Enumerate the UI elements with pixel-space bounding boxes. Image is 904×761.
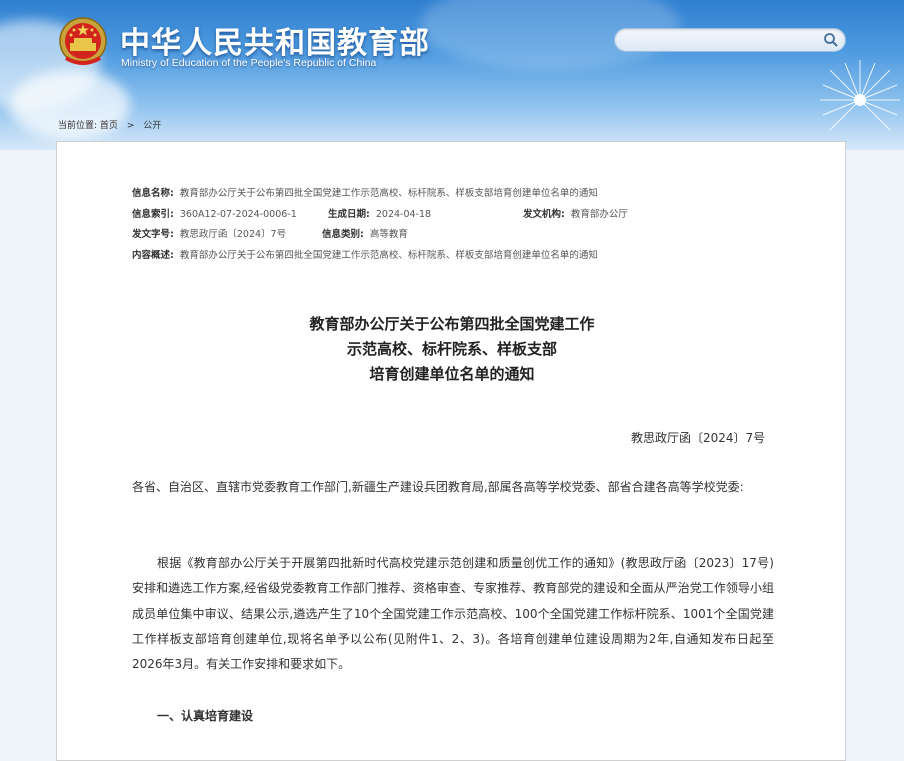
meta-category-label: 信息类别: <box>322 229 364 240</box>
meta-issuer-value: 教育部办公厅 <box>570 208 628 220</box>
meta-docno-label: 发文字号: <box>132 229 174 240</box>
meta-docno-value: 教思政厅函〔2024〕7号 <box>179 229 287 240</box>
meta-row-summary: 内容概述: 教育部办公厅关于公布第四批全国党建工作示范高校、标杆院系、样板支部培… <box>132 246 598 267</box>
meta-summary-value: 教育部办公厅关于公布第四批全国党建工作示范高校、标杆院系、样板支部培育创建单位名… <box>179 249 598 261</box>
meta-row-docno: 发文字号: 教思政厅函〔2024〕7号 信息类别: 高等教育 <box>132 225 598 246</box>
document-metadata: 信息名称: 教育部办公厅关于公布第四批全国党建工作示范高校、标杆院系、样板支部培… <box>132 184 628 267</box>
meta-name-label: 信息名称: <box>132 188 174 199</box>
meta-date-value: 2024-04-18 <box>375 208 432 220</box>
national-emblem-icon <box>59 17 107 65</box>
breadcrumb-separator: > <box>126 121 135 131</box>
dandelion-icon <box>820 60 900 131</box>
meta-row-index: 信息索引: 360A12-07-2024-0006-1 生成日期: 2024-0… <box>132 205 628 226</box>
meta-category-value: 高等教育 <box>369 229 408 240</box>
meta-row-name: 信息名称: 教育部办公厅关于公布第四批全国党建工作示范高校、标杆院系、样板支部培… <box>132 184 598 205</box>
document-recipients: 各省、自治区、直辖市党委教育工作部门,新疆生产建设兵团教育局,部属各高等学校党委… <box>132 480 744 494</box>
breadcrumb-home-link[interactable]: 首页 <box>100 121 118 131</box>
meta-index-label: 信息索引: <box>132 208 174 220</box>
search-box <box>614 28 846 52</box>
document-panel: 信息名称: 教育部办公厅关于公布第四批全国党建工作示范高校、标杆院系、样板支部培… <box>56 141 846 761</box>
document-title-line: 培育创建单位名单的通知 <box>369 365 535 383</box>
document-body-paragraph: 根据《教育部办公厅关于开展第四批新时代高校党建示范创建和质量创优工作的通知》(教… <box>132 556 774 672</box>
meta-issuer-label: 发文机构: <box>523 208 565 220</box>
breadcrumb: 当前位置: 首页 > 公开 <box>58 118 161 131</box>
section-heading: 一、认真培育建设 <box>157 709 254 723</box>
site-subtitle: Ministry of Education of the People's Re… <box>121 57 377 69</box>
meta-index-value: 360A12-07-2024-0006-1 <box>179 208 297 220</box>
meta-date-label: 生成日期: <box>328 208 370 220</box>
search-input[interactable] <box>625 31 819 51</box>
document-number: 教思政厅函〔2024〕7号 <box>631 431 766 445</box>
document-title: 教育部办公厅关于公布第四批全国党建工作 示范高校、标杆院系、样板支部 培育创建单… <box>57 312 847 387</box>
breadcrumb-label: 当前位置: <box>58 121 98 131</box>
site-title: 中华人民共和国教育部 <box>120 26 430 61</box>
document-title-line: 示范高校、标杆院系、样板支部 <box>346 340 557 358</box>
document-title-line: 教育部办公厅关于公布第四批全国党建工作 <box>309 315 595 333</box>
breadcrumb-public-link[interactable]: 公开 <box>143 121 161 131</box>
search-icon[interactable] <box>823 32 839 48</box>
meta-summary-label: 内容概述: <box>132 249 174 261</box>
meta-name-value: 教育部办公厅关于公布第四批全国党建工作示范高校、标杆院系、样板支部培育创建单位名… <box>179 188 598 199</box>
